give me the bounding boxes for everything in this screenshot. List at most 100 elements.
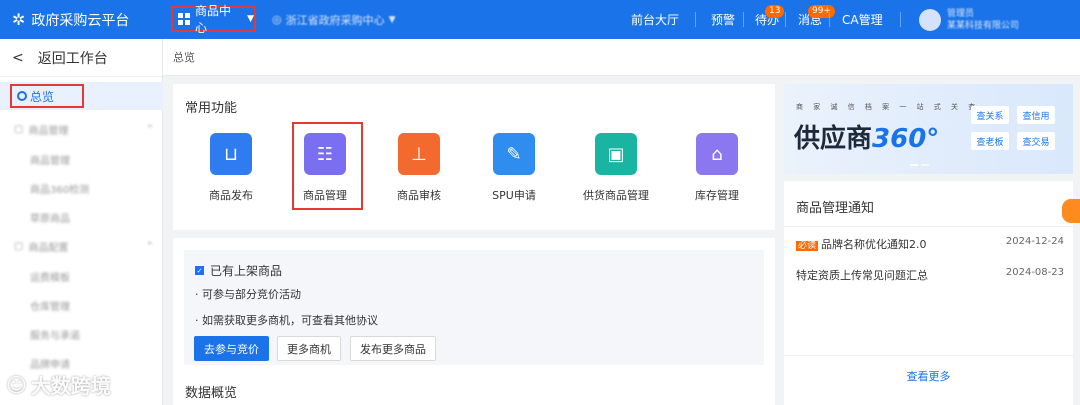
nav-divider [829,12,830,27]
todo-count-badge: 13 [765,5,785,18]
user-name: 管理员 [947,9,975,19]
avatar[interactable] [919,9,941,31]
divider [784,226,1073,227]
chevron-up-icon: ⌃ [145,124,154,135]
supplier-360-banner[interactable]: 商 家 诚 信 档 案 一 站 式 关 查 供应商360° 查关系 查信用 查老… [784,84,1073,174]
notice-text: 品牌名称优化通知2.0 [821,238,927,251]
chevron-left-icon: < [12,49,24,66]
overview-label: 总览 [30,89,55,104]
notice-text: 特定资质上传常见问题汇总 [796,269,928,282]
banner-btn-relation[interactable]: 查关系 [971,106,1009,124]
must-read-tag: 必读 [796,241,819,251]
func-spu-apply[interactable]: ✎ SPU申请 [469,133,559,203]
banner-btn-trade[interactable]: 查交易 [1017,132,1055,150]
promo-line: · 可参与部分竞价活动 [195,288,301,301]
sidebar-item[interactable]: 草原商品 [30,210,70,225]
func-inventory-manage[interactable]: ⌂ 库存管理 [672,133,762,203]
assistant-float-icon[interactable] [1062,199,1080,223]
view-more-link[interactable]: 查看更多 [784,355,1073,384]
func-label: 供货商品管理 [583,189,649,202]
breadcrumb-current: 总览 [173,51,195,64]
nav-divider [785,12,786,27]
carousel-dots[interactable] [910,164,929,166]
box-icon: ▢ [14,241,24,252]
sidebar-item[interactable]: 仓库管理 [30,298,70,313]
data-overview-title: 数据概览 [185,386,238,401]
nav-warning[interactable]: 预警 [711,0,735,39]
nav-ca-label: CA管理 [842,13,883,27]
sidebar-group-label: 商品配置 [28,243,69,254]
breadcrumb: 总览 [163,39,1080,76]
banner-title-num: 360° [872,124,940,154]
caret-down-icon: ▼ [388,14,396,25]
sidebar: < 返回工作台 总览 ▢ 商品管理 ⌃ 商品管理 商品360检测 草原商品 ▢ … [0,39,163,405]
publish-more-button[interactable]: 发布更多商品 [350,336,436,361]
sidebar-item[interactable]: 商品管理 [30,152,70,167]
watermark-icon: ☺ [6,372,27,397]
notice-row[interactable]: 必读 品牌名称优化通知2.0 2024-12-24 [796,236,1064,252]
org-switcher[interactable]: ◎ 浙江省政府采购中心 ▼ [272,0,396,39]
notice-row[interactable]: 特定资质上传常见问题汇总 2024-08-23 [796,267,1064,283]
back-label: 返回工作台 [37,50,108,67]
user-info[interactable]: 管理员 某某科技有限公司 [947,8,1019,32]
nav-divider [900,12,901,27]
board-icon: ▣ [595,133,637,175]
logo-icon: ✲ [12,10,26,29]
sidebar-item[interactable]: 品牌申请 [30,356,70,371]
func-product-publish[interactable]: ⊔ 商品发布 [186,133,276,203]
notice-title: 商品管理通知 [796,201,875,216]
banner-btn-boss[interactable]: 查老板 [971,132,1009,150]
func-label: 库存管理 [695,189,739,202]
nav-divider [743,12,744,27]
bag-icon: ⊔ [210,133,252,175]
messages-count-badge: 99+ [808,5,835,18]
sidebar-item[interactable]: 服务与承诺 [30,327,80,342]
notice-card: 商品管理通知 必读 品牌名称优化通知2.0 2024-12-24 特定资质上传常见… [784,181,1073,405]
nav-front-label: 前台大厅 [631,13,680,27]
module-label: 商品中心 [195,4,232,35]
promo-line: · 如需获取更多商机，可查看其他协议 [195,314,378,327]
warehouse-icon: ⌂ [696,133,738,175]
watermark-text: 大数跨境 [30,374,111,398]
sidebar-group-label: 商品管理 [28,126,69,137]
user-org: 某某科技有限公司 [947,21,1020,31]
banner-slogan: 商 家 诚 信 档 案 一 站 式 关 查 [796,103,980,111]
nav-ca-management[interactable]: CA管理 [842,0,883,39]
section-title: 常用功能 [185,101,238,116]
func-label: SPU申请 [492,189,536,202]
sidebar-item[interactable]: 商品360检测 [30,181,89,196]
top-bar: ✲ 政府采购云平台 商品中心 ▼ ◎ 浙江省政府采购中心 ▼ 前台大厅 预警 待… [0,0,1080,39]
caret-down-icon: ▼ [247,14,254,24]
promo-heading: ✓ 已有上架商品 [195,262,282,279]
stamp-icon: ⊥ [398,133,440,175]
grid-icon [178,13,190,25]
sidebar-group-product[interactable]: ▢ 商品管理 ⌃ [14,122,154,137]
platform-logo[interactable]: ✲ 政府采购云平台 [12,0,129,39]
func-label: 商品审核 [397,189,441,202]
sidebar-item[interactable]: 运费模板 [30,269,70,284]
notice-date: 2024-12-24 [1005,236,1064,247]
join-bidding-button[interactable]: 去参与竞价 [194,336,269,361]
promo-card: ✓ 已有上架商品 · 可参与部分竞价活动 · 如需获取更多商机，可查看其他协议 … [173,238,775,405]
nav-front-hall[interactable]: 前台大厅 [631,0,679,39]
check-icon: ✓ [195,266,204,275]
more-opportunities-button[interactable]: 更多商机 [277,336,341,361]
chevron-up-icon: ⌃ [145,241,154,252]
promo-box: ✓ 已有上架商品 · 可参与部分竞价活动 · 如需获取更多商机，可查看其他协议 … [184,250,764,365]
banner-title: 供应商360° [794,118,939,155]
org-icon: ◎ [272,13,282,26]
back-to-workbench[interactable]: < 返回工作台 [0,39,162,77]
func-product-review[interactable]: ⊥ 商品审核 [374,133,464,203]
notice-date: 2024-08-23 [1005,267,1064,278]
sidebar-item-overview[interactable]: 总览 [10,84,84,108]
watermark: ☺ 大数跨境 [6,370,111,399]
org-label: 浙江省政府采购中心 [285,13,385,27]
banner-btn-credit[interactable]: 查信用 [1017,106,1055,124]
banner-title-text: 供应商 [794,124,873,154]
promo-heading-text: 已有上架商品 [210,264,283,278]
edit-icon: ✎ [493,133,535,175]
module-switcher[interactable]: 商品中心 ▼ [171,4,256,35]
func-supply-manage[interactable]: ▣ 供货商品管理 [571,133,661,203]
platform-name: 政府采购云平台 [31,12,130,29]
sidebar-group-config[interactable]: ▢ 商品配置 ⌃ [14,239,154,254]
